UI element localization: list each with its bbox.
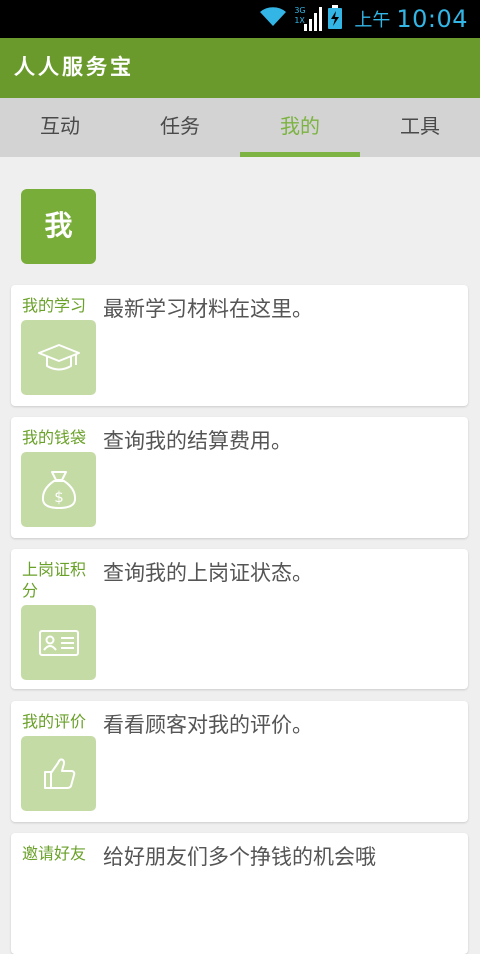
card-description: 看看顾客对我的评价。 bbox=[103, 713, 313, 737]
tab-tools[interactable]: 工具 bbox=[360, 98, 480, 157]
card-label: 我的学习 bbox=[22, 296, 87, 315]
status-time: 10:04 bbox=[396, 5, 468, 33]
card-my-reviews[interactable]: 我的评价 看看顾客对我的评价。 bbox=[11, 701, 468, 822]
tab-tasks[interactable]: 任务 bbox=[120, 98, 240, 157]
tab-bar: 互动 任务 我的 工具 bbox=[0, 98, 480, 157]
card-label: 我的评价 bbox=[22, 712, 87, 731]
card-label: 我的钱袋 bbox=[22, 428, 87, 447]
battery-charging-icon bbox=[328, 5, 343, 33]
card-label: 上岗证积分 bbox=[22, 560, 87, 600]
profile-avatar[interactable]: 我 bbox=[21, 189, 96, 264]
card-description: 给好朋友们多个挣钱的机会哦 bbox=[103, 845, 376, 869]
wifi-icon bbox=[258, 6, 288, 32]
tab-interaction[interactable]: 互动 bbox=[0, 98, 120, 157]
graduation-cap-icon bbox=[21, 320, 96, 395]
thumbs-up-icon bbox=[21, 736, 96, 811]
money-bag-icon: $ bbox=[21, 452, 96, 527]
tab-active-indicator bbox=[240, 152, 360, 157]
status-icons: 3G 1X 上午 10:04 bbox=[258, 4, 468, 34]
app-title: 人人服务宝 bbox=[14, 54, 134, 79]
status-bar: 3G 1X 上午 10:04 bbox=[0, 0, 480, 38]
tab-label: 工具 bbox=[400, 114, 440, 138]
card-description: 查询我的结算费用。 bbox=[103, 429, 292, 453]
card-my-learning[interactable]: 我的学习 最新学习材料在这里。 bbox=[11, 285, 468, 406]
id-card-icon bbox=[21, 605, 96, 680]
tab-label: 任务 bbox=[160, 114, 200, 138]
app-bar: 人人服务宝 bbox=[0, 38, 480, 98]
tab-mine[interactable]: 我的 bbox=[240, 98, 360, 157]
card-invite-friends[interactable]: 邀请好友 给好朋友们多个挣钱的机会哦 bbox=[11, 833, 468, 954]
card-description: 查询我的上岗证状态。 bbox=[103, 561, 313, 585]
svg-text:$: $ bbox=[54, 488, 64, 506]
status-ampm: 上午 bbox=[354, 10, 391, 31]
card-my-wallet[interactable]: 我的钱袋 $ 查询我的结算费用。 bbox=[11, 417, 468, 538]
tab-label: 我的 bbox=[280, 114, 320, 138]
tab-label: 互动 bbox=[40, 114, 80, 138]
card-certificate-points[interactable]: 上岗证积分 查询我的上岗证状态。 bbox=[11, 549, 468, 689]
card-description: 最新学习材料在这里。 bbox=[103, 297, 313, 321]
signal-icon: 3G 1X bbox=[294, 6, 323, 32]
